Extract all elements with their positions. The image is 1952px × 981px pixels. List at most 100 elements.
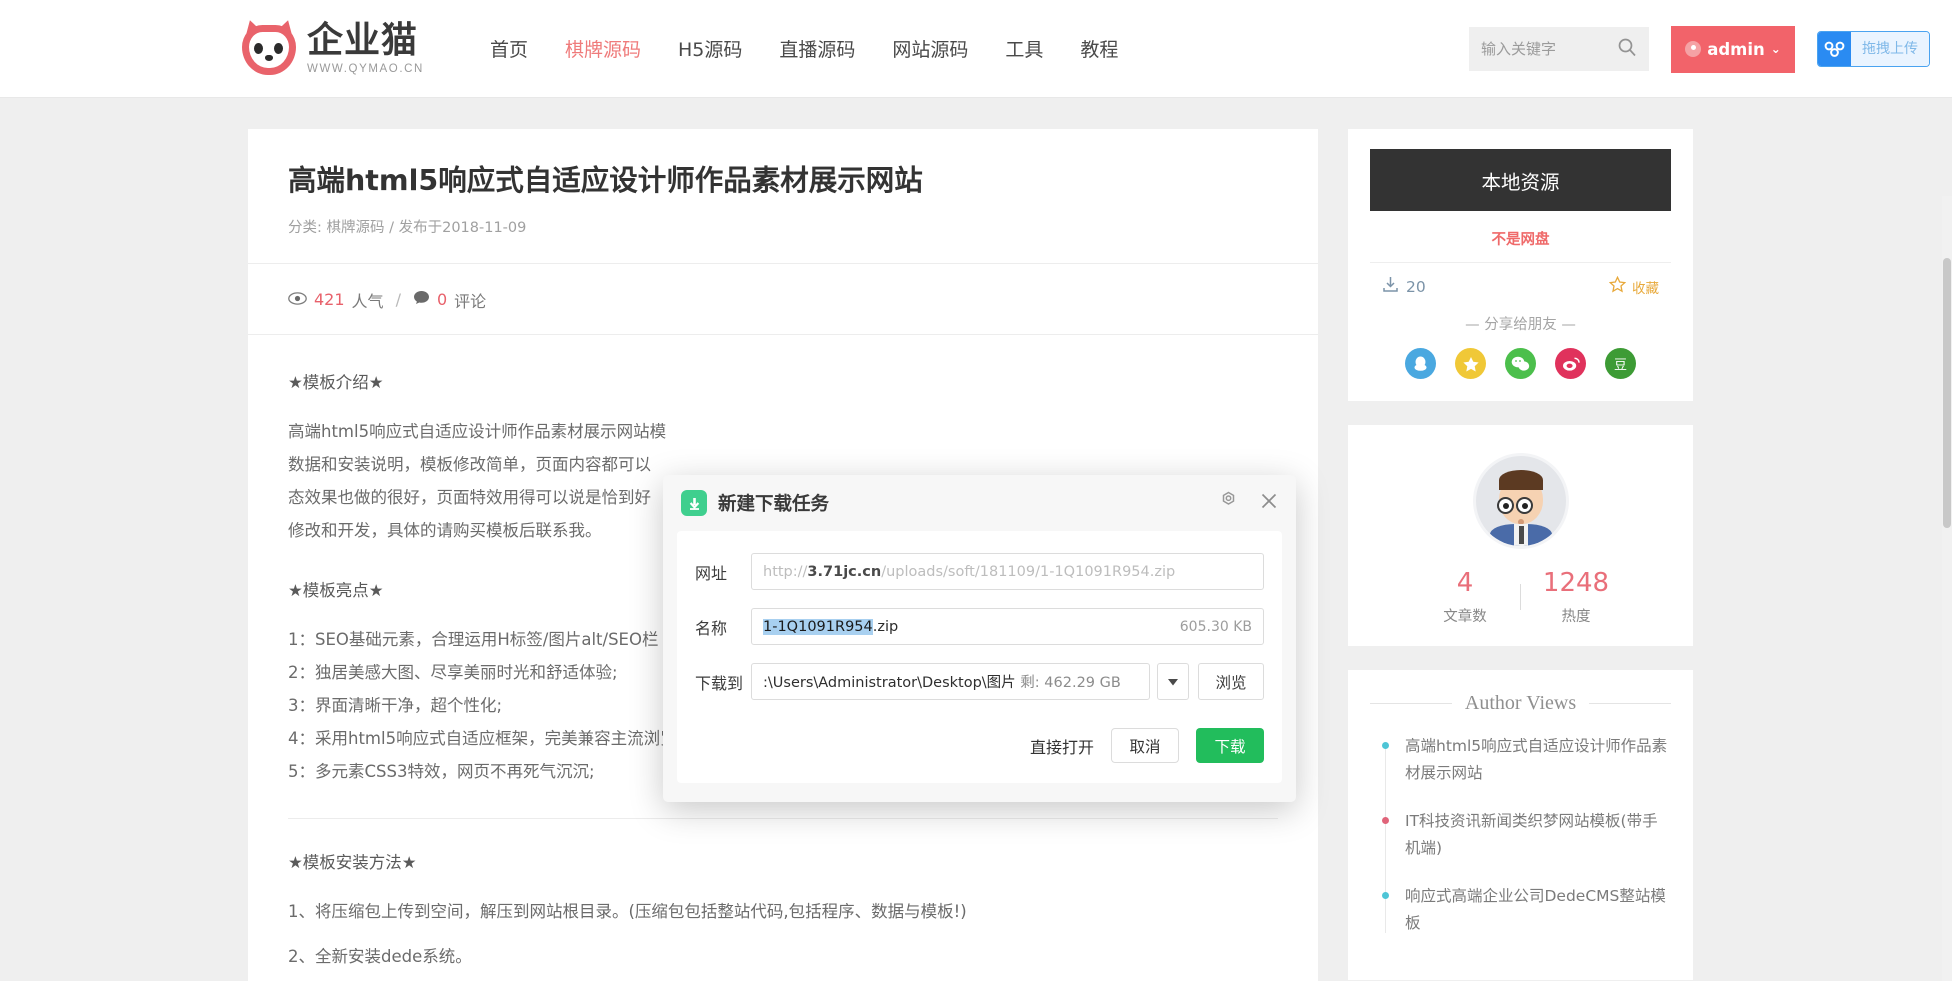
logo-url: WWW.QYMAO.CN (307, 62, 424, 75)
filename-label: 名称 (695, 618, 728, 638)
page-body: 高端html5响应式自适应设计师作品素材展示网站 分类: 棋牌源码 / 发布于2… (0, 98, 1952, 981)
favorite-button[interactable]: 收藏 (1608, 275, 1659, 297)
bullet-icon (1382, 892, 1389, 900)
nav-item-card-source[interactable]: 棋牌源码 (565, 35, 641, 62)
nav-item-h5-source[interactable]: H5源码 (678, 35, 742, 62)
filename-row: 名称 1-1Q1091R954 .zip 605.30 KB (695, 608, 1264, 645)
search-box[interactable] (1469, 27, 1649, 71)
author-avatar[interactable] (1472, 453, 1569, 549)
search-input[interactable] (1481, 40, 1611, 58)
new-download-task-dialog: 新建下载任务 网址 http://3.71jc.cn/uploads/soft/… (663, 475, 1296, 802)
url-domain: 3.71jc.cn (807, 563, 882, 580)
download-count: 20 (1406, 277, 1426, 296)
nav-item-tutorials[interactable]: 教程 (1080, 35, 1118, 62)
scrollbar-thumb[interactable] (1943, 258, 1951, 528)
douban-glyph: 豆 (1613, 358, 1627, 373)
search-icon[interactable] (1617, 37, 1637, 62)
nav-item-live-source[interactable]: 直播源码 (779, 35, 855, 62)
share-icons: 豆 (1370, 348, 1671, 379)
nav-item-home[interactable]: 首页 (490, 35, 528, 62)
article-stats: 421 人气 / 0 评论 (248, 264, 1318, 335)
heat-count: 1248 (1542, 568, 1610, 598)
not-netdisk-notice: 不是网盘 (1491, 232, 1550, 248)
download-button[interactable]: 下载 (1196, 728, 1264, 763)
author-views-list: 高端html5响应式自适应设计师作品素材展示网站 IT科技资讯新闻类织梦网站模板… (1370, 733, 1671, 938)
save-path-input[interactable]: :\Users\Administrator\Desktop\图片 剩: 462.… (751, 663, 1150, 700)
location-pin-icon (1685, 41, 1702, 57)
list-item[interactable]: 响应式高端企业公司DedeCMS整站模板 (1382, 883, 1671, 937)
douban-share-icon[interactable]: 豆 (1605, 348, 1636, 379)
local-resource-button[interactable]: 本地资源 (1370, 149, 1671, 211)
articles-count: 4 (1456, 568, 1474, 598)
settings-gear-icon[interactable] (1219, 491, 1238, 515)
chevron-down-icon (1168, 673, 1178, 691)
download-count-button[interactable]: 20 (1382, 276, 1426, 297)
download-tray-icon (1382, 276, 1399, 297)
views-count: 421 (314, 290, 345, 310)
admin-label: admin (1707, 39, 1765, 59)
header-right-group: admin ⌄ 拖拽上传 (1469, 0, 1930, 98)
install-heading: ★模板安装方法★ (288, 852, 417, 872)
bullet-icon (1382, 741, 1389, 749)
wechat-share-icon[interactable] (1505, 348, 1536, 379)
cat-logo-icon (240, 17, 298, 77)
dialog-titlebar[interactable]: 新建下载任务 (663, 475, 1296, 531)
browse-button[interactable]: 浏览 (1198, 663, 1264, 700)
filename-extension: .zip (872, 618, 899, 635)
intro-line: 高端html5响应式自适应设计师作品素材展示网站模 (288, 421, 667, 441)
resource-card: 本地资源 不是网盘 20 收藏 — 分享给朋友 — 豆 (1348, 129, 1693, 401)
nav-item-tools[interactable]: 工具 (1005, 35, 1043, 62)
save-path-row: 下载到 :\Users\Administrator\Desktop\图片 剩: … (695, 663, 1264, 700)
url-label: 网址 (695, 563, 728, 583)
list-item-label: 高端html5响应式自适应设计师作品素材展示网站 (1405, 736, 1668, 782)
list-item[interactable]: 高端html5响应式自适应设计师作品素材展示网站 (1382, 733, 1671, 787)
article-header: 高端html5响应式自适应设计师作品素材展示网站 分类: 棋牌源码 / 发布于2… (248, 129, 1318, 264)
path-dropdown-button[interactable] (1157, 663, 1189, 700)
share-title: — 分享给朋友 — (1465, 317, 1576, 333)
heat-label: 热度 (1561, 608, 1591, 625)
articles-label: 文章数 (1443, 608, 1487, 625)
weibo-share-icon[interactable] (1555, 348, 1586, 379)
resource-action-row: 20 收藏 (1370, 262, 1671, 301)
site-header: 企业猫 WWW.QYMAO.CN 首页 棋牌源码 H5源码 直播源码 网站源码 … (0, 0, 1952, 98)
comments-count: 0 (436, 290, 448, 310)
close-icon[interactable] (1260, 492, 1278, 515)
author-card: 4 文章数 1248 热度 (1348, 425, 1693, 646)
views-label: 人气 (351, 291, 384, 311)
admin-menu-button[interactable]: admin ⌄ (1671, 25, 1795, 73)
qq-share-icon[interactable] (1405, 348, 1436, 379)
content-divider (288, 817, 1278, 819)
list-item[interactable]: IT科技资讯新闻类织梦网站模板(带手机端) (1382, 808, 1671, 862)
qzone-share-icon[interactable] (1455, 348, 1486, 379)
author-views-title: Author Views (1464, 691, 1577, 714)
author-stat-heat: 1248 热度 (1521, 569, 1631, 626)
author-views-header: Author Views (1370, 691, 1672, 715)
cancel-button[interactable]: 取消 (1111, 728, 1179, 763)
comment-icon (413, 290, 430, 309)
url-input[interactable]: http://3.71jc.cn/uploads/soft/181109/1-1… (751, 553, 1264, 590)
dialog-footer: 直接打开 取消 下载 (1030, 728, 1264, 763)
site-logo[interactable]: 企业猫 WWW.QYMAO.CN (240, 17, 424, 77)
dialog-form-panel: 网址 http://3.71jc.cn/uploads/soft/181109/… (677, 531, 1282, 783)
bullet-icon (1382, 816, 1389, 824)
save-path-label: 下载到 (695, 673, 744, 693)
list-item-label: IT科技资讯新闻类织梦网站模板(带手机端) (1405, 811, 1658, 857)
nav-item-website-source[interactable]: 网站源码 (892, 35, 968, 62)
author-stats: 4 文章数 1248 热度 (1370, 569, 1671, 626)
chevron-down-icon: ⌄ (1770, 42, 1781, 56)
drag-upload-button[interactable]: 拖拽上传 (1817, 31, 1930, 67)
favorite-label: 收藏 (1632, 280, 1659, 297)
save-path-value: :\Users\Administrator\Desktop\图片 (763, 675, 1016, 691)
page-scrollbar[interactable] (1942, 196, 1952, 981)
filename-input[interactable]: 1-1Q1091R954 .zip 605.30 KB (751, 608, 1264, 645)
eye-icon (288, 290, 307, 309)
open-directly-button[interactable]: 直接打开 (1030, 734, 1094, 758)
article-meta: 分类: 棋牌源码 / 发布于2018-11-09 (288, 219, 527, 236)
drag-upload-label: 拖拽上传 (1851, 32, 1929, 66)
filename-selected-text: 1-1Q1091R954 (763, 618, 873, 635)
download-arrow-icon (681, 490, 707, 516)
logo-name: 企业猫 (307, 19, 419, 61)
free-space: 剩: 462.29 GB (1020, 675, 1121, 691)
sidebar: 本地资源 不是网盘 20 收藏 — 分享给朋友 — 豆 4 文章数 1248 热… (1348, 129, 1693, 981)
baidu-pan-icon (1818, 32, 1851, 66)
